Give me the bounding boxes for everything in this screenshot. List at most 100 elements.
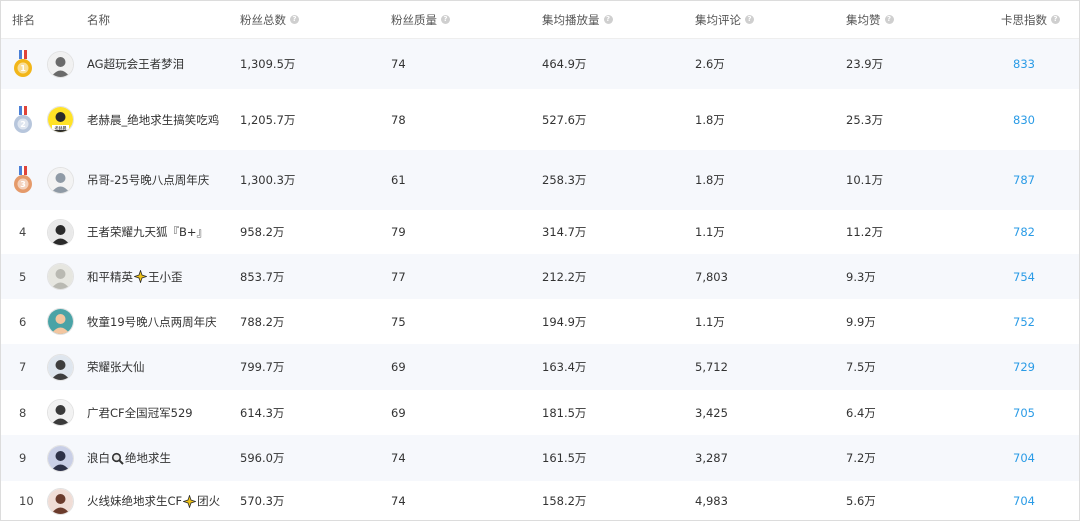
kasi-index-link[interactable]: 787 [1013,150,1035,210]
kasi-index-link[interactable]: 704 [1013,481,1035,520]
influencer-name-text: 广君CF全国冠军529 [87,405,193,420]
bronze-medal-icon: 3 [13,150,33,210]
avatar-photo-icon[interactable] [47,50,74,78]
avg-plays-value: 464.9万 [542,57,587,71]
table-row[interactable]: 4 王者荣耀九天狐『B+』 958.2万 79 314.7万 1.1万 11.2万 782 [1,210,1079,254]
magnifier-emoji-icon [111,452,124,465]
influencer-name[interactable]: 牧童19号晚八点两周年庆 [87,299,217,344]
help-question-icon[interactable]: ? [745,15,754,24]
header-rank[interactable]: 排名 [12,1,35,38]
avg-likes-value: 7.5万 [846,360,876,374]
avatar-anime-boy-icon[interactable] [47,444,74,472]
header-fans-quality[interactable]: 粉丝质量? [391,1,450,38]
header-avg-plays-label: 集均播放量 [542,12,600,27]
avatar-polar-bear-icon[interactable] [47,263,74,290]
help-question-icon[interactable]: ? [884,15,894,24]
header-fans-total-label: 粉丝总数 [240,12,286,27]
influencer-name-text: 牧童19号晚八点两周年庆 [87,314,217,329]
kasi-index-link[interactable]: 754 [1013,254,1035,299]
avatar-teal-anime-icon[interactable] [47,308,74,335]
header-avg-plays[interactable]: 集均播放量? [542,1,613,38]
avg-comments-value: 3,425 [695,405,728,420]
avg-likes-value: 25.3万 [846,112,884,127]
avg-plays-value: 258.3万 [542,173,587,187]
avg-plays-value: 527.6万 [542,112,587,127]
influencer-name[interactable]: 和平精英 王小歪 [87,254,183,299]
kasi-index-link[interactable]: 704 [1013,435,1035,481]
table-row[interactable]: 7 荣耀张大仙 799.7万 69 163.4万 5,712 7.5万 729 [1,344,1079,390]
influencer-name[interactable]: AG超玩会王者梦泪 [87,39,184,89]
avatar-cell: 老赫晨 [47,89,74,150]
header-avg-comments[interactable]: 集均评论? [695,1,754,38]
header-avg-likes[interactable]: 集均赞? [846,1,894,38]
influencer-name-text: 王者荣耀九天狐『B+』 [87,225,209,239]
influencer-name[interactable]: 火线妹绝地求生CF 团火 [87,481,220,520]
avatar-sketch-icon[interactable] [47,399,74,426]
avatar-cell [47,210,74,254]
avatar-dark-hat-icon[interactable] [47,218,74,246]
sparkle-emoji-icon [134,270,147,283]
avatar-cell [47,150,74,210]
kasi-index-link[interactable]: 833 [1013,39,1035,89]
help-question-icon[interactable]: ? [603,15,613,24]
fans-quality-value: 74 [391,494,406,508]
influencer-name[interactable]: 广君CF全国冠军529 [87,390,193,435]
header-fans-total[interactable]: 粉丝总数? [240,1,299,38]
kasi-index-link[interactable]: 752 [1013,299,1035,344]
avg-plays-value: 194.9万 [542,314,587,329]
header-kasi-index[interactable]: 卡思指数? [1001,1,1060,38]
header-avg-comments-label: 集均评论 [695,12,741,27]
table-row[interactable]: 1 AG超玩会王者梦泪 1,309.5万 74 464.9万 2.6万 23.9万 833 [1,39,1079,89]
avg-comments-value: 7,803 [695,269,728,284]
influencer-name[interactable]: 老赫晨_绝地求生搞笑吃鸡 [87,89,219,150]
avg-plays-value: 181.5万 [542,405,587,420]
table-row[interactable]: 5 和平精英 王小歪 853.7万 77 212.2万 7,803 9.3万 754 [1,254,1079,299]
rank-number: 10 [19,494,34,508]
kasi-index-link[interactable]: 830 [1013,89,1035,150]
influencer-name[interactable]: 荣耀张大仙 [87,344,145,390]
avatar-cell [47,435,74,481]
avg-comments-value: 3,287 [695,451,728,465]
table-header: 排名 名称 粉丝总数? 粉丝质量? 集均播放量? 集均评论? 集均赞? 卡思指数… [1,1,1079,39]
table-row[interactable]: 10 火线妹绝地求生CF 团火 570.3万 74 158.2万 4,983 5.6万 704 [1,481,1079,520]
influencer-name[interactable]: 吊哥-25号晚八点周年庆 [87,150,209,210]
medal-rank-number: 1 [20,64,26,73]
avg-plays-value: 161.5万 [542,451,587,465]
rank-number: 6 [19,314,27,329]
avg-comments-value: 5,712 [695,360,728,374]
table-row[interactable]: 2 老赫晨 老赫晨_绝地求生搞笑吃鸡 1,205.7万 78 527.6万 1.8万 25.3… [1,89,1079,150]
help-question-icon[interactable]: ? [1051,15,1060,24]
avg-comments-value: 4,983 [695,494,728,508]
avatar-cartoon-gray-icon[interactable] [47,166,74,194]
table-row[interactable]: 6 牧童19号晚八点两周年庆 788.2万 75 194.9万 1.1万 9.9万 752 [1,299,1079,344]
avatar-girl-photo-icon[interactable] [47,487,74,515]
fans-total-value: 596.0万 [240,451,285,465]
table-row[interactable]: 9 浪白 绝地求生 596.0万 74 161.5万 3,287 7.2万 704 [1,435,1079,481]
help-question-icon[interactable]: ? [290,15,299,24]
kasi-index-link[interactable]: 782 [1013,210,1035,254]
avg-plays-value: 212.2万 [542,269,587,284]
influencer-name-suffix: 绝地求生 [125,451,171,465]
header-name: 名称 [87,1,110,38]
fans-quality-value: 78 [391,112,406,127]
table-row[interactable]: 3 吊哥-25号晚八点周年庆 1,300.3万 61 258.3万 1.8万 10.1万 78… [1,150,1079,210]
influencer-name[interactable]: 王者荣耀九天狐『B+』 [87,210,208,254]
avg-plays-value: 163.4万 [542,360,587,374]
avatar-cell [47,299,74,344]
header-rank-label: 排名 [12,12,35,27]
kasi-index-link[interactable]: 729 [1013,344,1035,390]
avg-likes-value: 11.2万 [846,225,884,239]
avatar-photo-standing-icon[interactable] [47,353,74,381]
table-row[interactable]: 8 广君CF全国冠军529 614.3万 69 181.5万 3,425 6.4万 705 [1,390,1079,435]
fans-total-value: 1,205.7万 [240,112,296,127]
influencer-name-text: 和平精英 [87,269,133,284]
avatar-cartoon-yellow-icon[interactable]: 老赫晨 [47,106,74,133]
fans-total-value: 1,309.5万 [240,57,296,71]
kasi-index-link[interactable]: 705 [1013,390,1035,435]
fans-total-value: 958.2万 [240,225,285,239]
avg-likes-value: 9.3万 [846,269,876,284]
fans-quality-value: 77 [391,269,406,284]
silver-medal-icon: 2 [13,89,33,150]
help-question-icon[interactable]: ? [441,15,450,24]
influencer-name[interactable]: 浪白 绝地求生 [87,435,171,481]
